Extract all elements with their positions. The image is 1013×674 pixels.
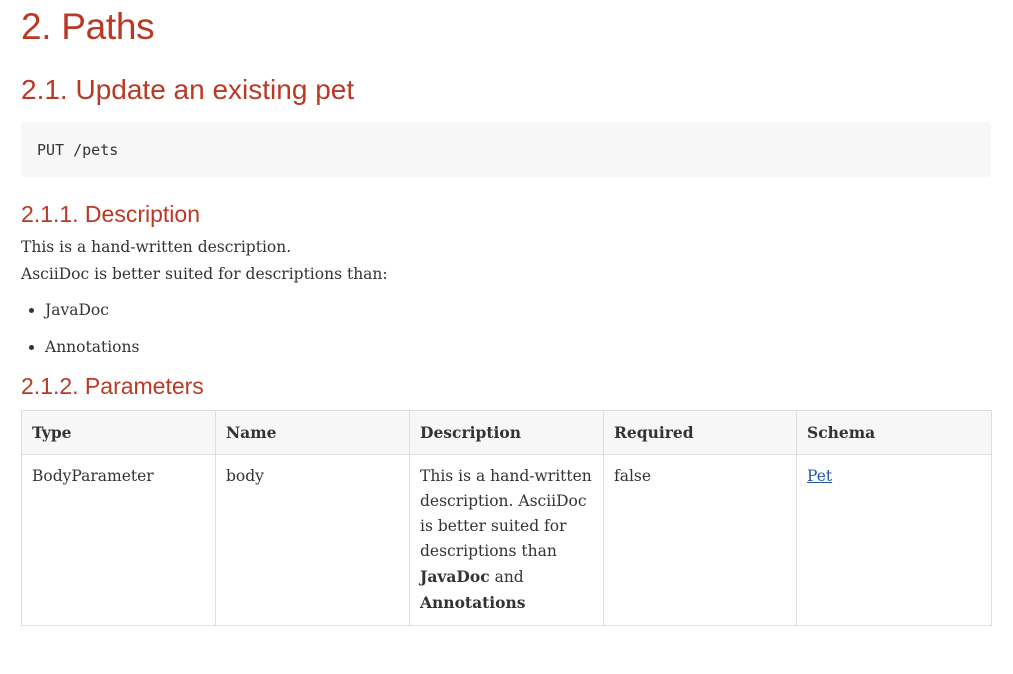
request-line: PUT /pets	[37, 141, 119, 159]
column-header-required: Required	[603, 410, 797, 455]
cell-description: This is a hand-written description. Asci…	[409, 454, 604, 626]
parameters-table: Type Name Description Required Schema Bo…	[21, 410, 992, 626]
description-list: JavaDoc Annotations	[21, 297, 991, 361]
parameters-heading: 2.1.2. Parameters	[21, 373, 204, 399]
description-heading: 2.1.1. Description	[21, 201, 200, 227]
section-title: 2. Paths	[21, 6, 155, 47]
description-line-2: AsciiDoc is better suited for descriptio…	[21, 265, 388, 283]
table-row: BodyParameter body This is a hand-writte…	[21, 454, 992, 626]
cell-description-text: This is a hand-written description. Asci…	[420, 467, 592, 560]
cell-description-bold-javadoc: JavaDoc	[420, 567, 490, 586]
cell-name: body	[215, 454, 410, 626]
column-header-schema: Schema	[796, 410, 992, 455]
request-listing: PUT /pets	[21, 122, 991, 177]
cell-required: false	[603, 454, 797, 626]
list-item: JavaDoc	[45, 297, 991, 324]
cell-type: BodyParameter	[21, 454, 216, 626]
table-header-row: Type Name Description Required Schema	[21, 410, 992, 455]
cell-schema: Pet	[796, 454, 992, 626]
cell-description-and: and	[489, 568, 524, 586]
cell-description-bold-annotations: Annotations	[420, 593, 526, 612]
document-content: 2. Paths 2.1. Update an existing pet PUT…	[21, 0, 992, 626]
description-paragraph: This is a hand-written description. Asci…	[21, 234, 991, 288]
schema-link-pet[interactable]: Pet	[807, 467, 832, 485]
list-item: Annotations	[45, 334, 991, 361]
description-line-1: This is a hand-written description.	[21, 238, 292, 256]
column-header-name: Name	[215, 410, 410, 455]
column-header-description: Description	[409, 410, 604, 455]
column-header-type: Type	[21, 410, 216, 455]
operation-title: 2.1. Update an existing pet	[21, 74, 355, 105]
